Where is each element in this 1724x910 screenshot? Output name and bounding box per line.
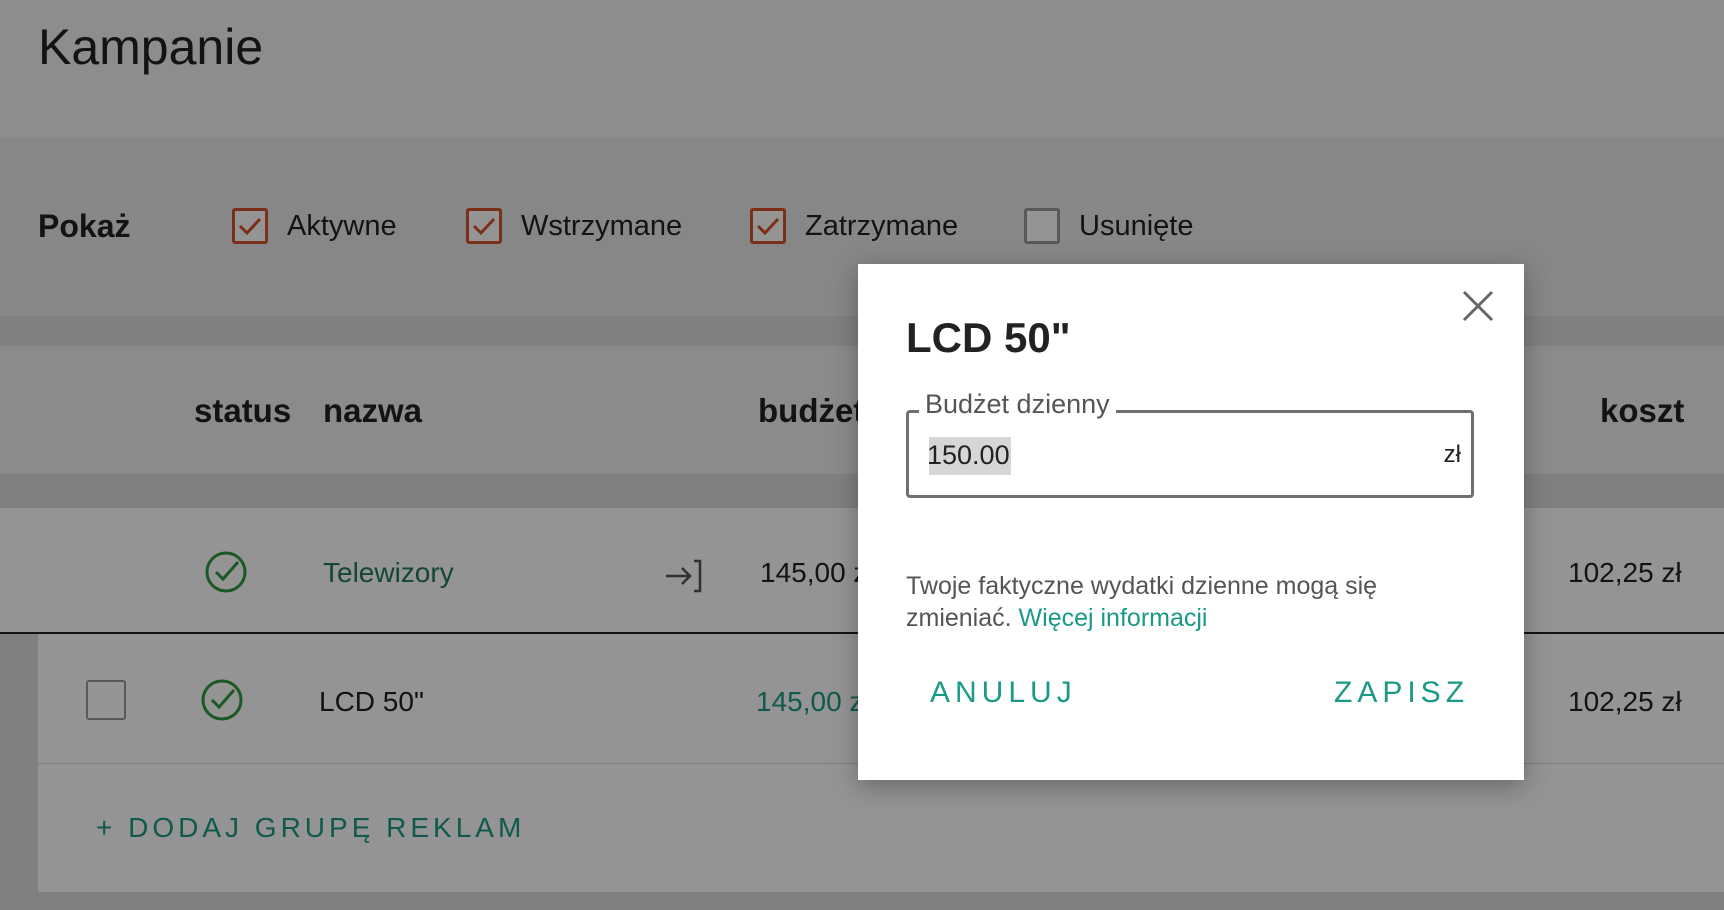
field-label: Budżet dzienny: [919, 389, 1116, 420]
dialog-title: LCD 50": [906, 314, 1071, 361]
budget-dialog: LCD 50" Budżet dzienny zł Twoje faktyczn…: [858, 264, 1524, 780]
daily-budget-field[interactable]: Budżet dzienny zł: [906, 389, 1474, 498]
cancel-button[interactable]: ANULUJ: [930, 676, 1077, 710]
dialog-info-text: Twoje faktyczne wydatki dzienne mogą się…: [906, 570, 1466, 634]
currency-suffix: zł: [1443, 441, 1461, 468]
more-info-link[interactable]: Więcej informacji: [1019, 604, 1208, 632]
save-button[interactable]: ZAPISZ: [1334, 676, 1469, 710]
close-icon[interactable]: [1458, 286, 1498, 326]
daily-budget-input[interactable]: [927, 435, 1407, 475]
